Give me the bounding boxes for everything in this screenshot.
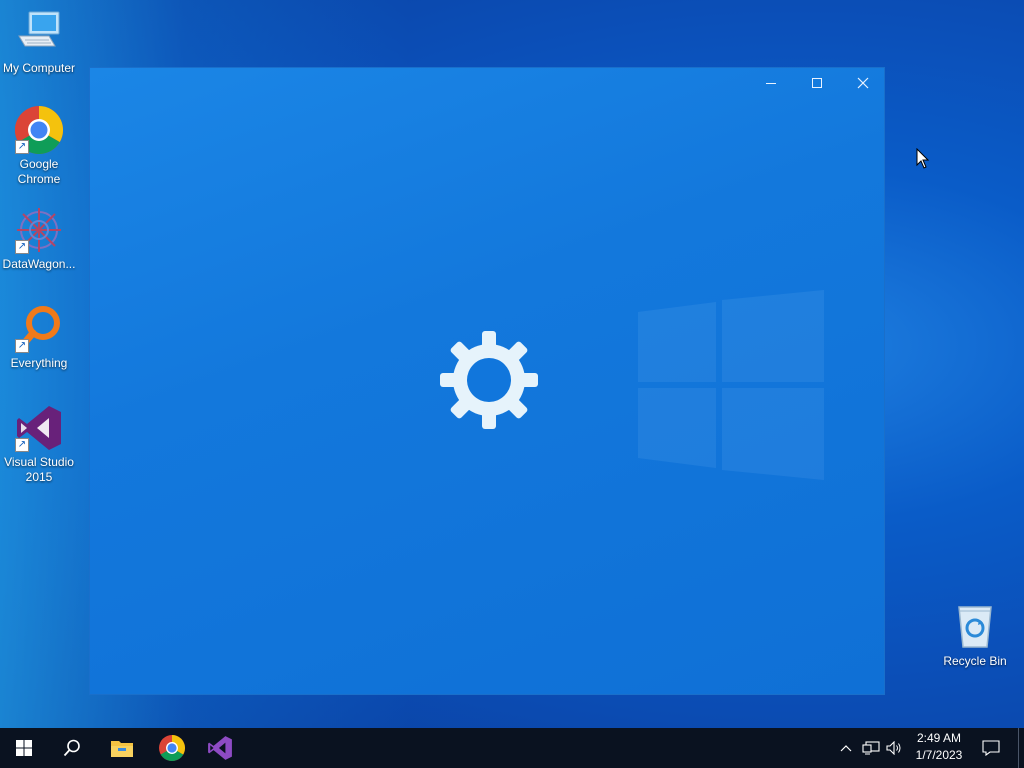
taskbar: 2:49 AM 1/7/2023 <box>0 728 1024 768</box>
taskbar-clock[interactable]: 2:49 AM 1/7/2023 <box>908 730 970 766</box>
clock-time: 2:49 AM <box>916 731 962 745</box>
close-button[interactable] <box>840 68 886 98</box>
shortcut-arrow-icon: ↗ <box>15 240 29 254</box>
close-icon <box>857 77 869 89</box>
desktop-icon-label: Visual Studio 2015 <box>4 455 74 484</box>
file-explorer-icon <box>111 741 133 757</box>
chevron-up-icon <box>840 745 852 752</box>
desktop-icon-my-computer[interactable]: My Computer <box>0 10 79 76</box>
shortcut-arrow-icon: ↗ <box>15 339 29 353</box>
visual-studio-icon <box>208 736 232 760</box>
notification-icon <box>982 740 1000 756</box>
datawagon-icon: ↗ <box>15 206 63 254</box>
everything-search-icon: ↗ <box>15 305 63 353</box>
maximize-icon <box>812 78 822 88</box>
visual-studio-taskbar-button[interactable] <box>196 728 244 768</box>
volume-icon <box>886 741 901 755</box>
desktop-icon-recycle-bin[interactable]: Recycle Bin <box>935 603 1015 669</box>
volume-button[interactable] <box>884 728 904 768</box>
show-hidden-icons-button[interactable] <box>836 728 856 768</box>
desktop-icon-label: Recycle Bin <box>943 654 1007 668</box>
computer-icon <box>15 10 63 58</box>
app-window[interactable] <box>89 67 885 695</box>
chrome-icon: ↗ <box>14 105 64 155</box>
desktop-icon-google-chrome[interactable]: ↗ Google Chrome <box>0 105 79 187</box>
windows-logo-watermark <box>638 290 824 480</box>
gear-icon <box>440 331 538 429</box>
maximize-button[interactable] <box>794 68 840 98</box>
desktop-icon-label: Google Chrome <box>17 157 61 186</box>
action-center-button[interactable] <box>978 728 1004 768</box>
recycle-bin-icon <box>951 603 999 651</box>
network-button[interactable] <box>860 728 882 768</box>
desktop-icon-label: My Computer <box>2 61 76 75</box>
mouse-cursor-icon <box>916 148 930 169</box>
file-explorer-button[interactable] <box>98 728 146 768</box>
start-button[interactable] <box>0 728 48 768</box>
desktop-icon-datawagon[interactable]: ↗ DataWagon... <box>0 206 79 272</box>
desktop-icon-everything[interactable]: ↗ Everything <box>0 305 79 371</box>
chrome-icon <box>159 735 185 761</box>
desktop-icon-label: Everything <box>10 356 68 370</box>
network-icon <box>862 741 880 755</box>
clock-date: 1/7/2023 <box>915 748 963 762</box>
desktop-icon-visual-studio[interactable]: ↗ Visual Studio 2015 <box>0 404 79 485</box>
minimize-button[interactable] <box>748 68 794 98</box>
search-button[interactable] <box>48 728 96 768</box>
start-icon <box>16 740 32 756</box>
show-desktop-button[interactable] <box>1018 728 1024 768</box>
chrome-taskbar-button[interactable] <box>148 728 196 768</box>
desktop-icon-label: DataWagon... <box>2 257 76 271</box>
shortcut-arrow-icon: ↗ <box>15 438 29 452</box>
visual-studio-icon: ↗ <box>15 404 63 452</box>
search-icon <box>63 739 80 757</box>
minimize-icon <box>766 83 776 84</box>
shortcut-arrow-icon: ↗ <box>15 140 29 154</box>
